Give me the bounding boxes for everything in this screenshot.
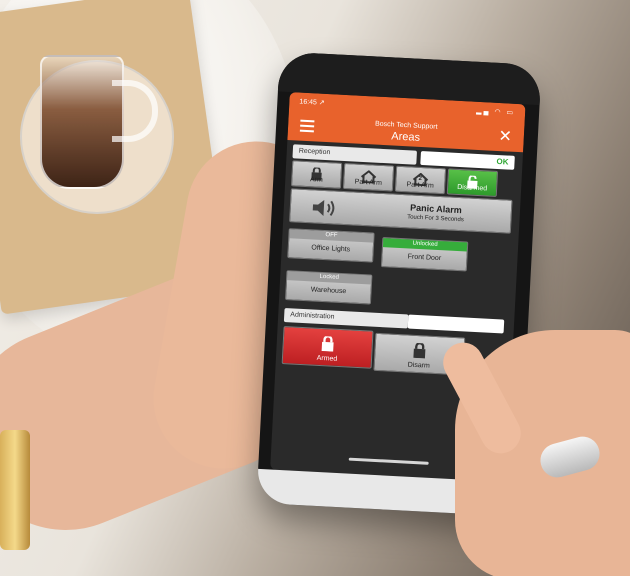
speaker-icon	[312, 199, 335, 216]
armed-button-label: Armed	[316, 354, 338, 363]
part-arm-2-button-label: Part Arm	[406, 181, 434, 190]
front-door-label: Front Door	[407, 253, 442, 263]
area-name-administration: Administration	[283, 308, 409, 329]
office-lights-output[interactable]: OFF Office Lights	[287, 228, 375, 263]
part-arm-button[interactable]: Part Arm	[342, 162, 395, 192]
warehouse-state: Locked	[287, 271, 372, 285]
photo-background: 16:45 ↗ ▂▄ ◠ ▭ Bosch Tech Support Areas …	[0, 0, 630, 576]
status-time: 16:45 ↗	[299, 98, 325, 107]
warehouse-label: Warehouse	[310, 286, 347, 296]
armed-button[interactable]: Armed	[281, 326, 374, 369]
area-status-administration	[407, 314, 505, 334]
front-door-output[interactable]: Unlocked Front Door	[380, 237, 469, 272]
front-door-state: Unlocked	[382, 238, 468, 252]
part-arm-2-button[interactable]: 2 Part Arm	[394, 165, 447, 195]
bracelet	[0, 430, 30, 550]
office-lights-label: Office Lights	[311, 244, 351, 254]
status-icons: ▂▄ ◠ ▭	[475, 107, 516, 117]
lock-icon	[321, 335, 334, 352]
lock-icon	[413, 342, 426, 359]
disarmed-button-label: Disarmed	[456, 183, 488, 193]
arm-button[interactable]: Arm	[290, 160, 343, 189]
warehouse-output[interactable]: Locked Warehouse	[285, 270, 373, 305]
office-lights-state: OFF	[289, 229, 374, 243]
home-indicator[interactable]	[348, 457, 429, 465]
arm-button-label: Arm	[309, 176, 323, 184]
disarmed-button[interactable]: Disarmed	[446, 168, 499, 197]
part-arm-button-label: Part Arm	[354, 178, 383, 187]
close-icon[interactable]: ✕	[498, 128, 512, 146]
